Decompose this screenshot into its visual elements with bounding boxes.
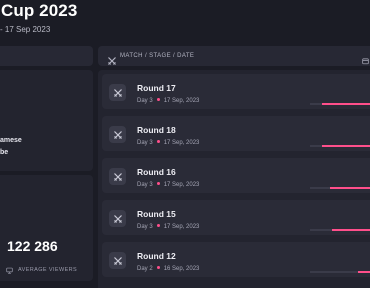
team-name-1: amese: [0, 137, 22, 144]
crossed-swords-icon: [109, 84, 126, 101]
viewers-bar: [310, 187, 370, 189]
match-name: Round 18: [137, 125, 176, 135]
match-meta: Day 3 17 Sep, 2023: [137, 224, 199, 230]
match-day: Day 3: [137, 98, 153, 104]
date-range: - 17 Sep 2023: [0, 25, 51, 34]
viewers-bar-fill: [357, 271, 370, 273]
match-name: Round 17: [137, 83, 176, 93]
average-viewers-label: AVERAGE VIEWERS: [18, 267, 78, 273]
viewers-bar: [310, 145, 370, 147]
crossed-swords-icon: [109, 168, 126, 185]
viewers-bar: [310, 271, 370, 273]
dot-icon: [156, 266, 160, 270]
match-date: 16 Sep, 2023: [163, 266, 200, 272]
match-date: 17 Sep, 2023: [163, 224, 200, 230]
match-date: 17 Sep, 2023: [163, 182, 200, 188]
left-panel-header: [0, 46, 93, 66]
team-name-2: be: [0, 149, 9, 156]
viewers-bar-fill: [322, 145, 370, 147]
match-list: Round 17 Day 3 17 Sep, 2023 Round 18 Day …: [98, 70, 370, 288]
average-viewers-row: AVERAGE VIEWERS: [6, 261, 77, 279]
match-row-round-17[interactable]: Round 17 Day 3 17 Sep, 2023: [102, 74, 370, 109]
app-root: Cup 2023 - 17 Sep 2023 amese be 122 286 …: [0, 0, 370, 288]
dot-icon: [156, 140, 160, 144]
viewers-bar-fill: [322, 103, 370, 105]
match-table-header[interactable]: MATCH / STAGE / DATE: [98, 46, 370, 66]
teams-card: amese be: [0, 70, 93, 171]
viewers-bar: [310, 229, 370, 231]
calendar-icon: [362, 52, 369, 70]
match-name: Round 12: [137, 251, 176, 261]
match-name: Round 16: [137, 167, 176, 177]
match-row-round-12[interactable]: Round 12 Day 2 16 Sep, 2023: [102, 242, 370, 277]
match-day: Day 3: [137, 140, 153, 146]
match-date: 17 Sep, 2023: [163, 98, 200, 104]
crossed-swords-icon: [109, 126, 126, 143]
viewers-bar-fill: [330, 187, 370, 189]
match-day: Day 2: [137, 266, 153, 272]
dot-icon: [156, 224, 160, 228]
match-row-round-15[interactable]: Round 15 Day 3 17 Sep, 2023: [102, 200, 370, 235]
dot-icon: [156, 98, 160, 102]
dot-icon: [156, 182, 160, 186]
crossed-swords-icon: [108, 52, 116, 70]
screen-icon: [6, 261, 13, 279]
match-row-round-16[interactable]: Round 16 Day 3 17 Sep, 2023: [102, 158, 370, 193]
match-meta: Day 3 17 Sep, 2023: [137, 140, 199, 146]
viewers-bar: [310, 103, 370, 105]
crossed-swords-icon: [109, 252, 126, 269]
column-header-match[interactable]: MATCH / STAGE / DATE: [120, 53, 194, 59]
match-day: Day 3: [137, 224, 153, 230]
match-meta: Day 3 17 Sep, 2023: [137, 182, 199, 188]
page-title: Cup 2023: [1, 1, 78, 20]
match-name: Round 15: [137, 209, 176, 219]
match-date: 17 Sep, 2023: [163, 140, 200, 146]
viewers-bar-fill: [331, 229, 370, 231]
match-day: Day 3: [137, 182, 153, 188]
viewers-card: 122 286 AVERAGE VIEWERS: [0, 175, 93, 281]
crossed-swords-icon: [109, 210, 126, 227]
match-meta: Day 2 16 Sep, 2023: [137, 266, 199, 272]
average-viewers-value: 122 286: [7, 238, 58, 254]
match-row-round-18[interactable]: Round 18 Day 3 17 Sep, 2023: [102, 116, 370, 151]
match-meta: Day 3 17 Sep, 2023: [137, 98, 199, 104]
